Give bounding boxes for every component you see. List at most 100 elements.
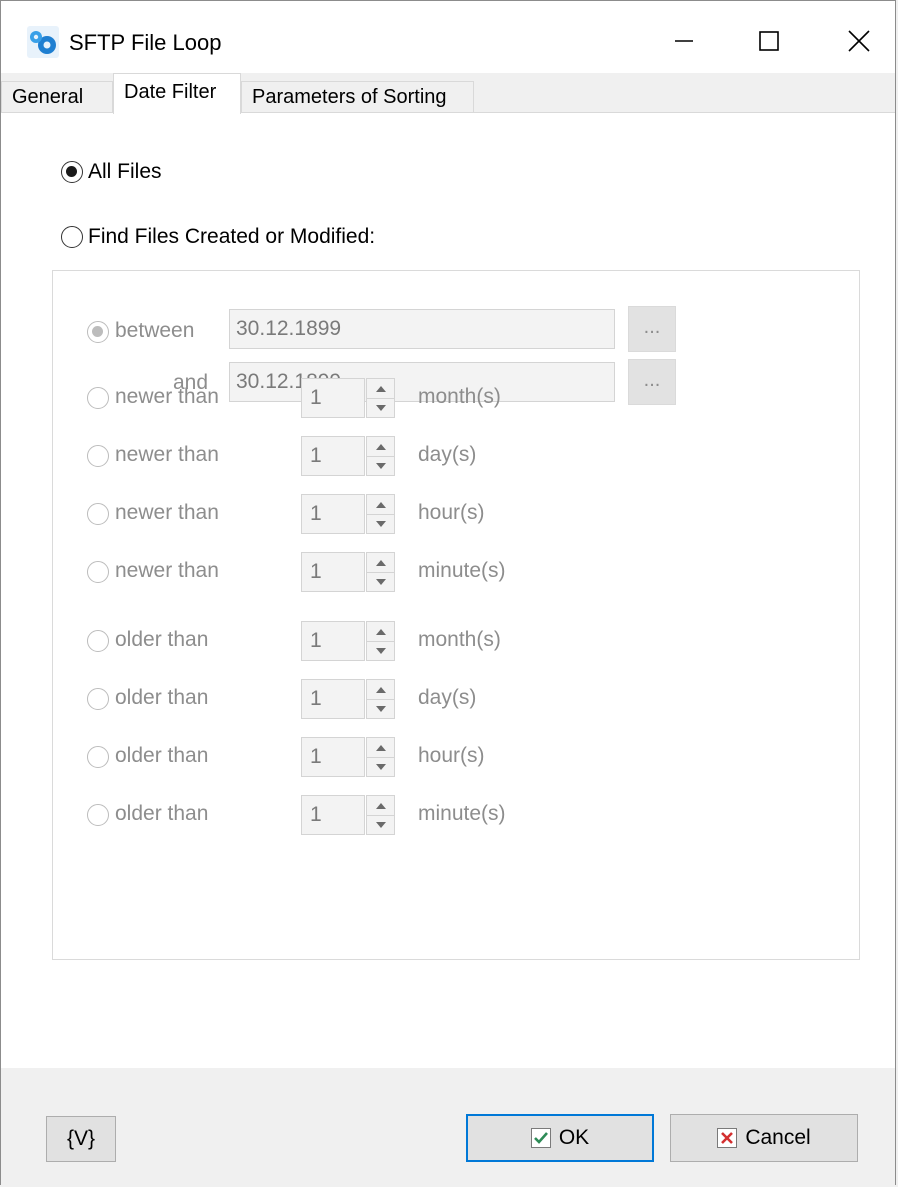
app-gears-icon [27, 26, 59, 58]
between-label: between [115, 319, 195, 342]
newer-than-minute-value-input[interactable]: 1 [301, 552, 365, 592]
spin-up-button[interactable] [367, 495, 394, 515]
and-date-picker-button[interactable]: ... [628, 359, 676, 405]
older-than-hour-spinner [366, 737, 395, 777]
arrow-down-icon [375, 578, 386, 585]
find-files-radio[interactable] [61, 226, 83, 248]
between-date-input[interactable]: 30.12.1899 [229, 309, 615, 349]
spin-up-button[interactable] [367, 379, 394, 399]
newer-than-hour-value-input[interactable]: 1 [301, 494, 365, 534]
older-than-month-value-input[interactable]: 1 [301, 621, 365, 661]
arrow-down-icon [375, 763, 386, 770]
newer-than-unit-label: hour(s) [418, 501, 485, 524]
older-than-label: older than [115, 744, 209, 767]
newer-than-label: newer than [115, 559, 219, 582]
spin-down-button[interactable] [367, 398, 394, 417]
close-button[interactable] [829, 17, 889, 65]
find-files-label[interactable]: Find Files Created or Modified: [88, 225, 375, 249]
arrow-up-icon [375, 443, 386, 450]
tab-bar: General Date Filter Parameters of Sortin… [1, 73, 895, 114]
maximize-button[interactable] [739, 17, 799, 65]
cancel-button-label: Cancel [745, 1126, 811, 1149]
spin-down-button[interactable] [367, 514, 394, 533]
older-than-unit-label: minute(s) [418, 802, 506, 825]
arrow-up-icon [375, 385, 386, 392]
older-than-day-radio[interactable] [87, 688, 109, 710]
arrow-down-icon [375, 647, 386, 654]
variables-button[interactable]: {V} [46, 1116, 116, 1162]
spin-up-button[interactable] [367, 553, 394, 573]
spin-down-button[interactable] [367, 641, 394, 660]
newer-than-day-value-input[interactable]: 1 [301, 436, 365, 476]
variables-button-label: {V} [66, 1127, 96, 1150]
spin-up-button[interactable] [367, 437, 394, 457]
minimize-button[interactable] [654, 17, 714, 65]
newer-than-hour-radio[interactable] [87, 503, 109, 525]
spin-down-button[interactable] [367, 456, 394, 475]
older-than-label: older than [115, 802, 209, 825]
newer-than-month-radio[interactable] [87, 387, 109, 409]
date-criteria-group: between 30.12.1899 ... and 30.12.1899 ..… [52, 270, 860, 960]
tab-parameters-of-sorting[interactable]: Parameters of Sorting [241, 81, 474, 113]
arrow-up-icon [375, 501, 386, 508]
arrow-up-icon [375, 628, 386, 635]
spin-down-button[interactable] [367, 757, 394, 776]
older-than-day-value-input[interactable]: 1 [301, 679, 365, 719]
older-than-month-radio[interactable] [87, 630, 109, 652]
between-date-picker-button[interactable]: ... [628, 306, 676, 352]
spin-down-button[interactable] [367, 572, 394, 591]
older-than-unit-label: hour(s) [418, 744, 485, 767]
older-than-hour-value-input[interactable]: 1 [301, 737, 365, 777]
newer-than-day-radio[interactable] [87, 445, 109, 467]
arrow-down-icon [375, 705, 386, 712]
older-than-minute-radio[interactable] [87, 804, 109, 826]
spin-up-button[interactable] [367, 680, 394, 700]
arrow-up-icon [375, 559, 386, 566]
arrow-down-icon [375, 520, 386, 527]
newer-than-label: newer than [115, 385, 219, 408]
newer-than-unit-label: minute(s) [418, 559, 506, 582]
older-than-month-spinner [366, 621, 395, 661]
tab-date-filter[interactable]: Date Filter [113, 73, 241, 114]
arrow-down-icon [375, 404, 386, 411]
newer-than-minute-spinner [366, 552, 395, 592]
window-title: SFTP File Loop [69, 30, 222, 55]
checkmark-icon [530, 1128, 551, 1148]
older-than-unit-label: day(s) [418, 686, 477, 709]
newer-than-minute-radio[interactable] [87, 561, 109, 583]
older-than-label: older than [115, 628, 209, 651]
older-than-hour-radio[interactable] [87, 746, 109, 768]
newer-than-unit-label: day(s) [418, 443, 477, 466]
newer-than-day-spinner [366, 436, 395, 476]
spin-down-button[interactable] [367, 699, 394, 718]
arrow-up-icon [375, 744, 386, 751]
older-than-day-spinner [366, 679, 395, 719]
newer-than-unit-label: month(s) [418, 385, 501, 408]
newer-than-label: newer than [115, 443, 219, 466]
cross-icon [717, 1128, 738, 1148]
between-radio[interactable] [87, 321, 109, 343]
dialog-footer: {V} OK Cancel [1, 1068, 895, 1186]
title-bar[interactable]: SFTP File Loop [1, 1, 895, 73]
arrow-down-icon [375, 462, 386, 469]
newer-than-hour-spinner [366, 494, 395, 534]
spin-down-button[interactable] [367, 815, 394, 834]
older-than-minute-value-input[interactable]: 1 [301, 795, 365, 835]
newer-than-month-value-input[interactable]: 1 [301, 378, 365, 418]
ok-button[interactable]: OK [466, 1114, 654, 1162]
spin-up-button[interactable] [367, 738, 394, 758]
all-files-radio[interactable] [61, 161, 83, 183]
dialog-window: SFTP File Loop General Date Filter Param… [0, 0, 896, 1186]
arrow-up-icon [375, 802, 386, 809]
arrow-down-icon [375, 821, 386, 828]
spin-up-button[interactable] [367, 796, 394, 816]
all-files-label[interactable]: All Files [88, 160, 162, 184]
older-than-label: older than [115, 686, 209, 709]
spin-up-button[interactable] [367, 622, 394, 642]
tab-general[interactable]: General [1, 81, 113, 113]
cancel-button[interactable]: Cancel [670, 1114, 858, 1162]
minimize-icon [675, 40, 693, 42]
older-than-minute-spinner [366, 795, 395, 835]
arrow-up-icon [375, 686, 386, 693]
older-than-unit-label: month(s) [418, 628, 501, 651]
